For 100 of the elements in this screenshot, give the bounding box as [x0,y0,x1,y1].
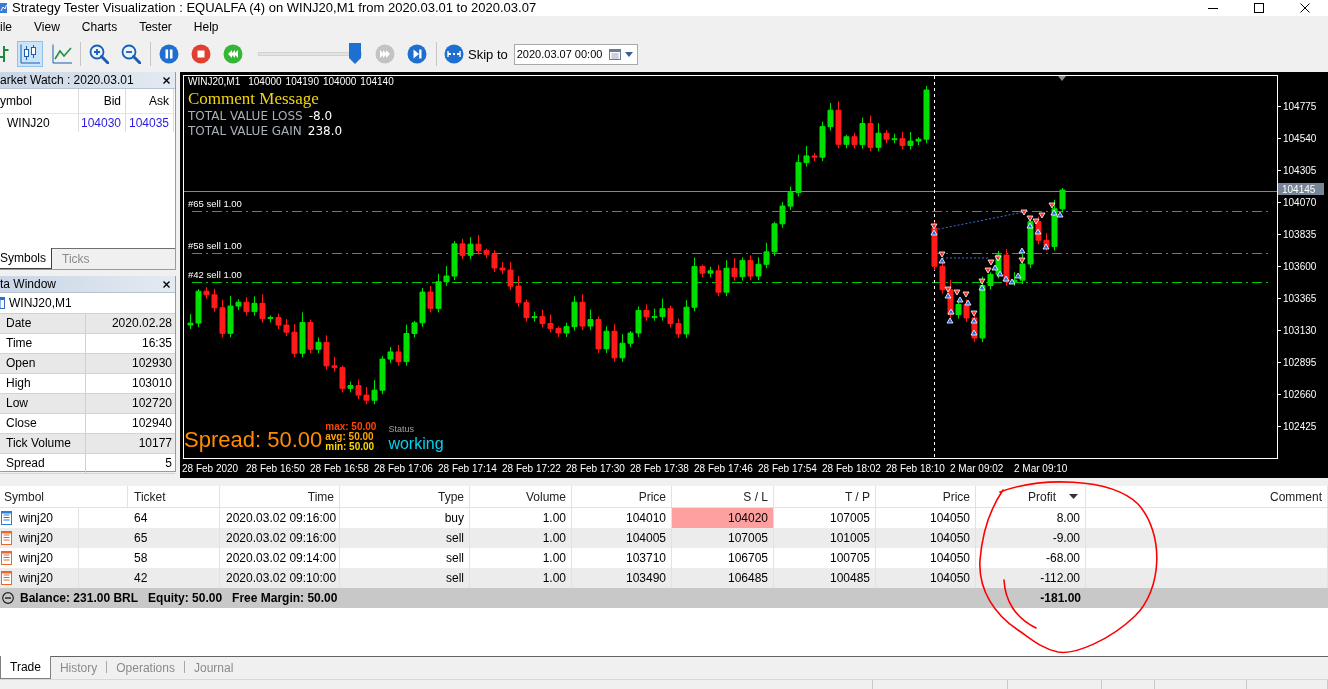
time-axis-label: 28 Feb 17:30 [566,463,625,474]
field-value: 5 [164,455,173,472]
time-axis-label: 28 Feb 16:50 [246,463,305,474]
price-axis-label: 102660 [1283,389,1317,400]
symbol-cell[interactable]: WINJ20 [0,114,79,132]
table-cell-text: winj20 [19,550,54,567]
column-header[interactable]: Profit [976,486,1086,507]
column-header[interactable]: Volume [470,486,572,507]
dropdown-caret-icon[interactable] [624,51,633,57]
menu-item[interactable]: Tester [128,17,183,37]
table-cell-text: winj20 [19,510,54,527]
field-value: 103010 [130,375,173,392]
spread-stat: min: 50.00 [325,442,376,452]
chart-shift-icon [1058,76,1066,81]
panel-title: arket Watch : 2020.03.01 [0,72,134,88]
symbol-label: WINJ20,M1 [9,296,72,310]
account-summary: Free Margin: 50.00 [232,591,338,605]
field-value: 102720 [130,395,173,412]
table-cell: 104005 [572,528,672,548]
column-header[interactable]: Comment [1086,486,1328,507]
close-icon [162,76,170,84]
ask-cell: 104035 [126,114,174,132]
column-header[interactable]: Time [220,486,340,507]
column-header[interactable]: Symbol [0,486,128,507]
date-field[interactable]: 2020.03.07 00:00 [513,43,638,65]
column-header[interactable]: ymbol [0,89,79,113]
status-value: working [388,435,444,453]
price-axis-label: 104775 [1283,101,1317,112]
field-value: 16:35 [140,335,173,352]
time-axis-label: 28 Feb 17:22 [502,463,561,474]
field-label: Low [0,394,86,413]
slider-thumb[interactable] [349,43,361,64]
zoom-out-icon [121,44,141,64]
field-label: Time [0,334,86,353]
fast-forward-icon [375,44,395,64]
price-axis-label: 104070 [1283,197,1317,208]
table-cell-text: winj20 [19,570,54,587]
field-label: Tick Volume [0,434,86,453]
skip-to-icon [444,44,464,64]
order-document-icon [1,571,13,585]
sort-caret-icon [1069,494,1078,499]
field-value: 2020.02.28 [110,315,173,332]
table-cell: 1.00 [470,528,572,548]
field-label: High [0,374,86,393]
close-icon [162,280,170,288]
price-axis-label: 102895 [1283,357,1317,368]
total-profit: -181.00 [1039,590,1082,607]
panel-tab[interactable]: Symbols [0,248,52,269]
candlestick-icon [20,44,40,64]
field-label: Spread [0,454,86,473]
status-label: Status [388,424,414,435]
pause-icon [159,44,179,64]
price-axis-label: 104540 [1283,133,1317,144]
table-cell: 107005 [672,528,774,548]
column-header[interactable]: S / L [672,486,774,507]
column-header[interactable]: Ticket [128,486,220,507]
table-cell-text: winj20 [19,530,54,547]
menu-item[interactable]: View [23,17,71,37]
spread-stat: avg: 50.00 [325,432,375,442]
menu-item[interactable]: ile [0,17,23,37]
stop-icon [191,44,211,64]
skip-to-button[interactable]: Skip to [442,41,510,67]
column-header[interactable]: Ask [126,89,174,113]
table-cell: -9.00 [976,528,1086,548]
skip-to-end-icon [407,44,427,64]
column-header[interactable]: Price [572,486,672,507]
line-chart-icon [52,44,72,64]
maximize-icon [1254,3,1264,13]
bid-cell: 104030 [79,114,126,132]
field-value: 102940 [130,415,173,432]
rewind-icon [223,44,243,64]
ohlc-value: 104000 [323,76,357,88]
order-document-icon [1,531,13,545]
column-header[interactable]: Type [340,486,470,507]
spread-stat: max: 50.00 [325,422,377,432]
candles-mode-button[interactable] [17,41,43,67]
current-price-badge: 104145 [1278,183,1324,195]
time-axis-label: 28 Feb 17:14 [438,463,497,474]
account-summary: Balance: 231.00 BRL [20,591,139,605]
ohlc-value: 104190 [285,76,319,88]
table-cell: 65 [128,528,220,548]
panel-title: ta Window [0,276,57,292]
column-header[interactable]: Bid [79,89,126,113]
table-cell: 104020 [672,508,774,528]
zoom-in-icon [89,44,109,64]
menu-item[interactable]: Help [182,17,230,37]
chart-symbol: WINJ20,M1 [188,76,241,88]
menu-item[interactable]: Charts [70,17,129,37]
column-header[interactable]: Price [876,486,976,507]
calendar-icon [608,48,621,60]
field-label: Open [0,354,86,373]
price-axis-label: 103835 [1283,229,1317,240]
column-header[interactable]: T / P [774,486,876,507]
time-axis-label: 28 Feb 16:58 [310,463,369,474]
time-axis-label: 2 Mar 09:02 [950,463,1004,474]
panel-tab[interactable]: Trade [0,656,51,679]
collapse-icon[interactable] [2,592,14,604]
price-axis-label: 103600 [1283,261,1317,272]
price-axis-label: 103365 [1283,293,1317,304]
spread-value: Spread: 50.00 [184,427,323,453]
